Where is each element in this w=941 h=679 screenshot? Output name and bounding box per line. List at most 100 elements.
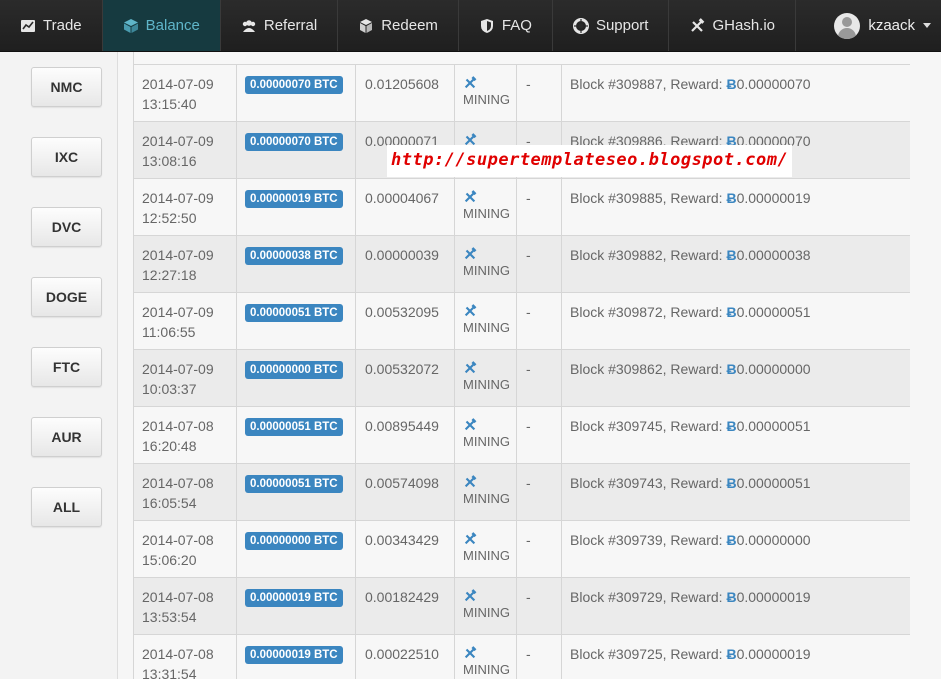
date-cell: 2014-07-08 16:05:54	[134, 464, 237, 521]
row-time: 12:52:50	[142, 210, 197, 226]
type-cell: MINING	[455, 236, 517, 293]
description-cell: Block #309882, Reward: Ƀ0.00000038	[562, 236, 911, 293]
amount-cell: 0.00000051 BTC	[237, 464, 356, 521]
tools-icon	[464, 76, 477, 89]
amount-cell: 0.00000070 BTC	[237, 122, 356, 179]
reward-value: 0.00000019	[736, 190, 811, 206]
type-cell: MINING	[455, 179, 517, 236]
block-description: Block #309885, Reward:	[570, 190, 727, 206]
amount-cell: 0.00000000 BTC	[237, 350, 356, 407]
block-description: Block #309745, Reward:	[570, 418, 727, 434]
bitcoin-icon: Ƀ	[726, 532, 737, 548]
type-label: MINING	[463, 92, 510, 107]
placeholder-cell: -	[517, 578, 562, 635]
user-menu[interactable]: kzaack	[822, 0, 941, 51]
block-description: Block #309882, Reward:	[570, 247, 727, 263]
nav-ghash-label: GHash.io	[712, 17, 776, 34]
chevron-down-icon	[923, 23, 931, 28]
tools-icon	[464, 418, 477, 431]
placeholder-cell: -	[517, 236, 562, 293]
box-icon	[358, 18, 374, 34]
date-cell: 2014-07-09 13:15:40	[134, 65, 237, 122]
coin-filter-ixc[interactable]: IXC	[31, 137, 102, 177]
amount-badge: 0.00000051 BTC	[245, 475, 343, 493]
coin-filter-doge[interactable]: DOGE	[31, 277, 102, 317]
tools-icon	[464, 361, 477, 374]
nav-trade-label: Trade	[43, 17, 82, 34]
reward-value: 0.00000019	[736, 646, 811, 662]
block-description: Block #309887, Reward:	[570, 76, 727, 92]
date-cell: 2014-07-08 15:06:20	[134, 521, 237, 578]
nav-faq[interactable]: FAQ	[459, 0, 553, 51]
type-cell: MINING	[455, 635, 517, 679]
row-time: 13:15:40	[142, 96, 197, 112]
coin-filter-nmc[interactable]: NMC	[31, 67, 102, 107]
reward-value: 0.00000070	[736, 76, 811, 92]
balance-cell: 0.00343429	[356, 521, 455, 578]
block-description: Block #309862, Reward:	[570, 361, 727, 377]
lifebuoy-icon	[572, 17, 589, 34]
placeholder-cell: -	[517, 521, 562, 578]
tools-icon	[464, 304, 477, 317]
reward-value: 0.00000019	[736, 589, 811, 605]
placeholder-cell: -	[517, 179, 562, 236]
reward-value: 0.00000000	[736, 532, 811, 548]
nav-trade[interactable]: Trade	[0, 0, 103, 51]
table-row: 2014-07-09 10:03:37 0.00000000 BTC 0.005320…	[134, 350, 911, 407]
row-date: 2014-07-08	[142, 418, 214, 434]
type-cell: MINING	[455, 350, 517, 407]
placeholder-cell: -	[517, 65, 562, 122]
coin-filter-dvc[interactable]: DVC	[31, 207, 102, 247]
row-date: 2014-07-09	[142, 247, 214, 263]
bitcoin-icon: Ƀ	[726, 475, 737, 491]
balance-cell: 0.00000039	[356, 236, 455, 293]
nav-balance[interactable]: Balance	[102, 0, 221, 51]
amount-cell: 0.00000038 BTC	[237, 236, 356, 293]
type-label: MINING	[463, 263, 510, 278]
nav-redeem[interactable]: Redeem	[338, 0, 459, 51]
tools-icon	[464, 532, 477, 545]
amount-badge: 0.00000070 BTC	[245, 133, 343, 151]
type-label: MINING	[463, 320, 510, 335]
coin-sidebar: NMC IXC DVC DOGE FTC AUR ALL	[0, 52, 118, 679]
coin-filter-all[interactable]: ALL	[31, 487, 102, 527]
users-icon	[241, 18, 257, 34]
date-cell: 2014-07-09 11:06:55	[134, 293, 237, 350]
coin-filter-aur[interactable]: AUR	[31, 417, 102, 457]
placeholder-cell: -	[517, 407, 562, 464]
row-time: 13:08:16	[142, 153, 197, 169]
amount-badge: 0.00000051 BTC	[245, 418, 343, 436]
balance-cell: 0.00182429	[356, 578, 455, 635]
coin-filter-ftc[interactable]: FTC	[31, 347, 102, 387]
tools-icon	[464, 247, 477, 260]
table-row: 2014-07-08 16:05:54 0.00000051 BTC 0.005740…	[134, 464, 911, 521]
date-cell: 2014-07-09 10:03:37	[134, 350, 237, 407]
nav-balance-label: Balance	[145, 17, 200, 34]
row-time: 13:31:54	[142, 666, 197, 679]
nav-support[interactable]: Support	[553, 0, 670, 51]
amount-badge: 0.00000019 BTC	[245, 646, 343, 664]
cube-icon	[123, 18, 139, 34]
description-cell: Block #309872, Reward: Ƀ0.00000051	[562, 293, 911, 350]
bitcoin-icon: Ƀ	[726, 190, 737, 206]
table-row: 2014-07-09 12:52:50 0.00000019 BTC 0.000040…	[134, 179, 911, 236]
type-cell: MINING	[455, 464, 517, 521]
reward-value: 0.00000051	[736, 475, 811, 491]
block-description: Block #309725, Reward:	[570, 646, 727, 662]
date-cell: 2014-07-08 13:53:54	[134, 578, 237, 635]
description-cell: Block #309729, Reward: Ƀ0.00000019	[562, 578, 911, 635]
description-cell: Block #309743, Reward: Ƀ0.00000051	[562, 464, 911, 521]
type-cell: MINING	[455, 521, 517, 578]
row-date: 2014-07-08	[142, 646, 214, 662]
row-date: 2014-07-08	[142, 475, 214, 491]
tools-icon	[689, 17, 705, 34]
description-cell: Block #309739, Reward: Ƀ0.00000000	[562, 521, 911, 578]
nav-ghash[interactable]: GHash.io	[669, 0, 797, 51]
type-label: MINING	[463, 491, 510, 506]
description-cell: Block #309745, Reward: Ƀ0.00000051	[562, 407, 911, 464]
description-cell: Block #309725, Reward: Ƀ0.00000019	[562, 635, 911, 679]
nav-referral[interactable]: Referral	[221, 0, 339, 51]
bitcoin-icon: Ƀ	[726, 247, 737, 263]
balance-cell: 0.00022510	[356, 635, 455, 679]
reward-value: 0.00000051	[736, 418, 811, 434]
